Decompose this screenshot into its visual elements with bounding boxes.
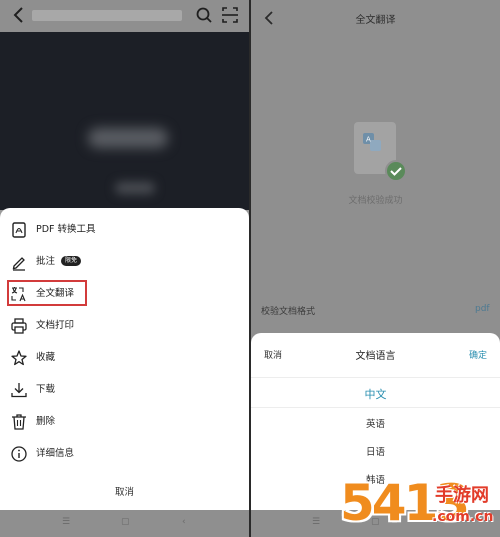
menu-item-label: 收藏 — [36, 352, 56, 363]
highlight-box — [7, 280, 87, 306]
menu-item-text: 批注 — [36, 256, 56, 267]
svg-text:A: A — [366, 136, 371, 144]
blurred-text — [115, 182, 155, 194]
star-icon — [11, 350, 27, 366]
cancel-button[interactable]: 取消 — [0, 484, 249, 498]
language-option[interactable]: 日语 — [251, 444, 500, 458]
menu-item-label: 文档打印 — [36, 320, 75, 331]
pen-icon — [12, 257, 25, 271]
trash-icon — [12, 414, 26, 430]
format-label: 校验文档格式 — [261, 307, 316, 317]
search-icon[interactable] — [195, 6, 213, 24]
printer-icon — [11, 318, 27, 334]
menu-item-print[interactable]: 文档打印 — [0, 310, 249, 342]
menu-nav-icon[interactable]: ☰ — [312, 517, 320, 527]
menu-item-label: PDF 转换工具 — [36, 224, 96, 235]
status-text: 文档校验成功 — [348, 196, 403, 206]
pdf-icon — [12, 222, 26, 238]
menu-item-label: 详细信息 — [36, 448, 75, 459]
confirm-button[interactable]: 确定 — [469, 348, 487, 361]
system-nav-bar: ☰ ▢ ‹ — [0, 510, 249, 537]
menu-item-favorite[interactable]: 收藏 — [0, 342, 249, 374]
scan-icon[interactable] — [221, 6, 239, 24]
left-screen: PDF 转换工具 批注 限免 全文翻译 文档打印 收藏 下载 删除 详细信息 取… — [0, 0, 249, 537]
menu-item-label: 删除 — [36, 416, 56, 427]
blurred-text — [88, 128, 168, 148]
format-value: pdf — [475, 304, 490, 314]
menu-item-label: 批注 限免 — [36, 254, 82, 270]
sheet-title: 文档语言 — [355, 351, 396, 362]
home-nav-icon[interactable]: ▢ — [121, 517, 130, 527]
free-badge: 限免 — [61, 255, 82, 266]
language-option-selected[interactable]: 中文 — [251, 386, 500, 402]
blurred-filename — [32, 10, 182, 21]
divider — [251, 407, 500, 408]
back-nav-icon[interactable]: ‹ — [182, 517, 186, 527]
back-arrow-icon[interactable] — [9, 4, 29, 26]
language-option[interactable]: 英语 — [251, 416, 500, 430]
watermark-domain: .com.cn — [432, 509, 494, 525]
menu-nav-icon[interactable]: ☰ — [62, 517, 70, 527]
top-bar — [0, 0, 249, 32]
right-screen: 全文翻译 A 文档校验成功 校验文档格式 pdf 取消 文档语言 确定 中文 英… — [251, 0, 500, 537]
menu-item-download[interactable]: 下载 — [0, 374, 249, 406]
page-title: 全文翻译 — [355, 15, 396, 26]
check-icon — [385, 160, 407, 182]
menu-item-details[interactable]: 详细信息 — [0, 438, 249, 470]
menu-item-pdf-convert[interactable]: PDF 转换工具 — [0, 214, 249, 246]
menu-item-label: 下载 — [36, 384, 56, 395]
action-sheet: PDF 转换工具 批注 限免 全文翻译 文档打印 收藏 下载 删除 详细信息 取… — [0, 208, 249, 510]
header: 全文翻译 — [251, 0, 500, 36]
document-preview — [0, 32, 249, 210]
download-icon — [11, 383, 27, 398]
menu-item-delete[interactable]: 删除 — [0, 406, 249, 438]
divider — [251, 377, 500, 378]
watermark-brand: 手游网 — [435, 485, 489, 506]
translate-icon: A — [363, 133, 381, 151]
watermark-logo: 5413 手游网 .com.cn — [340, 475, 500, 537]
info-icon — [11, 446, 27, 462]
menu-item-annotate[interactable]: 批注 限免 — [0, 246, 249, 278]
